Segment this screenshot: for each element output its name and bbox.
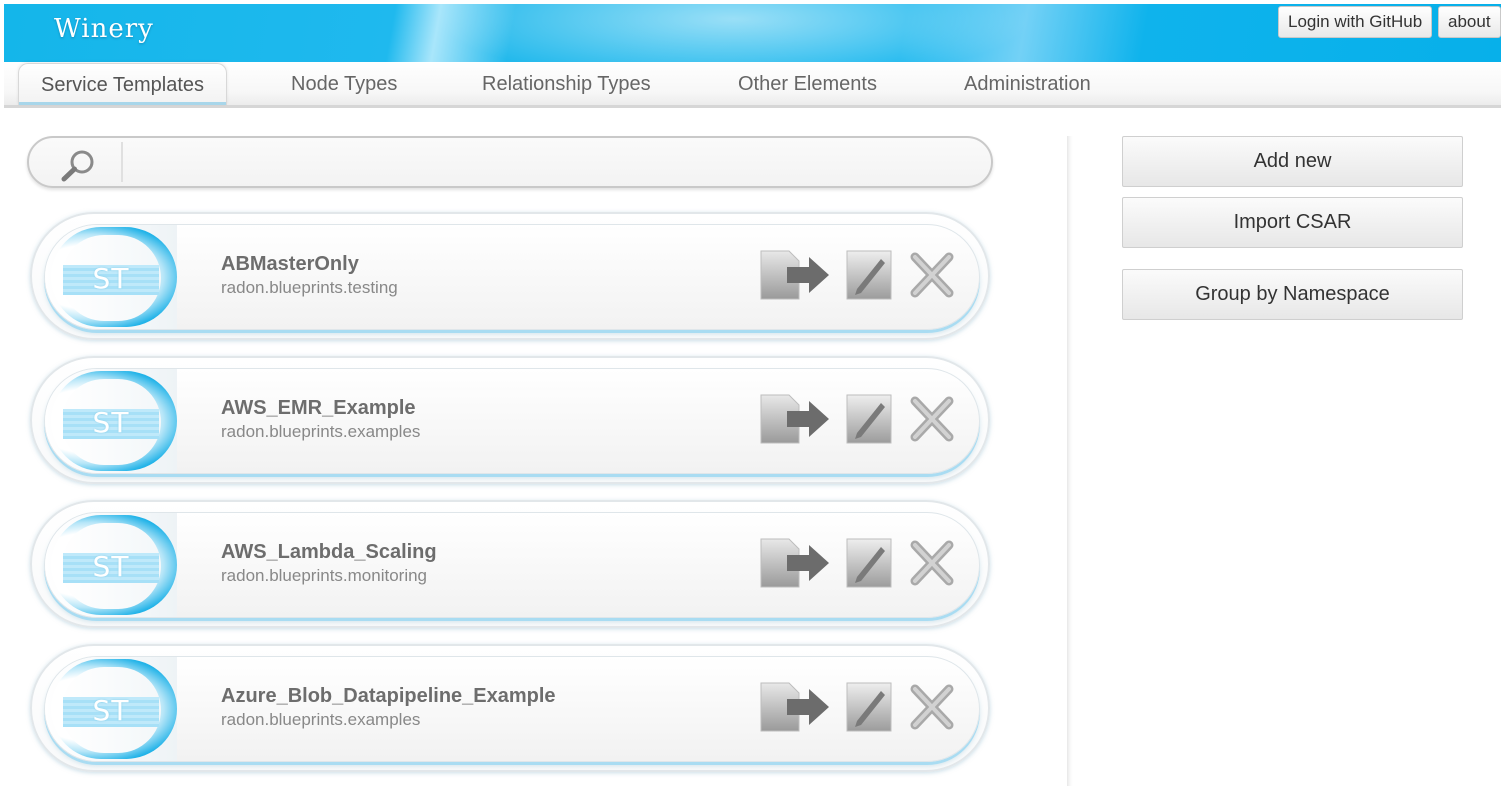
item-name[interactable]: AWS_Lambda_Scaling: [221, 541, 437, 564]
st-badge-ring: ST: [51, 371, 177, 471]
search-input[interactable]: [127, 144, 977, 180]
list-item[interactable]: ST Azure_Blob_Datapipeline_Example radon.b…: [30, 644, 990, 772]
edit-pencil-icon[interactable]: [845, 679, 897, 735]
item-namespace: radon.blueprints.testing: [221, 278, 398, 297]
list-item-body: ST AWS_EMR_Example radon.blueprints.exampl…: [44, 368, 980, 474]
edit-pencil-icon[interactable]: [845, 535, 897, 591]
header-banner: Winery: [4, 4, 1501, 62]
tab-administration[interactable]: Administration: [964, 70, 1091, 106]
export-icon[interactable]: [759, 535, 831, 591]
delete-x-icon[interactable]: [907, 679, 959, 735]
app-logo[interactable]: Winery: [54, 14, 154, 44]
group-by-namespace-button[interactable]: Group by Namespace: [1122, 269, 1463, 320]
st-badge-label: ST: [92, 406, 130, 439]
tab-relationship-types[interactable]: Relationship Types: [482, 70, 651, 106]
about-button[interactable]: about: [1438, 6, 1501, 38]
item-name[interactable]: Azure_Blob_Datapipeline_Example: [221, 685, 556, 708]
item-namespace: radon.blueprints.monitoring: [221, 566, 428, 585]
export-icon[interactable]: [759, 679, 831, 735]
delete-x-icon[interactable]: [907, 391, 959, 447]
item-namespace: radon.blueprints.examples: [221, 710, 421, 729]
st-badge-ring: ST: [51, 659, 177, 759]
item-name[interactable]: ABMasterOnly: [221, 253, 359, 276]
item-name[interactable]: AWS_EMR_Example: [221, 397, 416, 420]
search-icon: [61, 150, 94, 182]
add-new-button[interactable]: Add new: [1122, 136, 1463, 187]
list-item-body: ST ABMasterOnly radon.blueprints.testing: [44, 224, 980, 330]
column-divider: [1067, 136, 1073, 786]
export-icon[interactable]: [759, 391, 831, 447]
list-item[interactable]: ST AWS_Lambda_Scaling radon.blueprints.mon…: [30, 500, 990, 628]
st-badge: ST: [45, 225, 177, 329]
st-badge: ST: [45, 513, 177, 617]
login-github-button[interactable]: Login with GitHub: [1278, 6, 1433, 38]
search-button[interactable]: [35, 142, 123, 182]
item-namespace: radon.blueprints.examples: [221, 422, 421, 441]
export-icon[interactable]: [759, 247, 831, 303]
list-item-body: ST Azure_Blob_Datapipeline_Example radon.b…: [44, 656, 980, 762]
tab-node-types[interactable]: Node Types: [291, 70, 397, 106]
delete-x-icon[interactable]: [907, 247, 959, 303]
tab-other-elements[interactable]: Other Elements: [738, 70, 877, 106]
edit-pencil-icon[interactable]: [845, 247, 897, 303]
list-item-body: ST AWS_Lambda_Scaling radon.blueprints.mon…: [44, 512, 980, 618]
st-badge-label: ST: [92, 694, 130, 727]
tab-service-templates[interactable]: Service Templates: [18, 63, 228, 105]
main-nav-tabs: Service Templates Node Types Relationshi…: [4, 62, 1501, 108]
st-badge-ring: ST: [51, 227, 177, 327]
delete-x-icon[interactable]: [907, 535, 959, 591]
list-item[interactable]: ST ABMasterOnly radon.blueprints.testing: [30, 212, 990, 340]
st-badge-label: ST: [92, 262, 130, 295]
search-bar: [27, 136, 993, 188]
edit-pencil-icon[interactable]: [845, 391, 897, 447]
st-badge: ST: [45, 369, 177, 473]
st-badge: ST: [45, 657, 177, 761]
import-csar-button[interactable]: Import CSAR: [1122, 197, 1463, 248]
list-item[interactable]: ST AWS_EMR_Example radon.blueprints.exampl…: [30, 356, 990, 484]
st-badge-label: ST: [92, 550, 130, 583]
st-badge-ring: ST: [51, 515, 177, 615]
